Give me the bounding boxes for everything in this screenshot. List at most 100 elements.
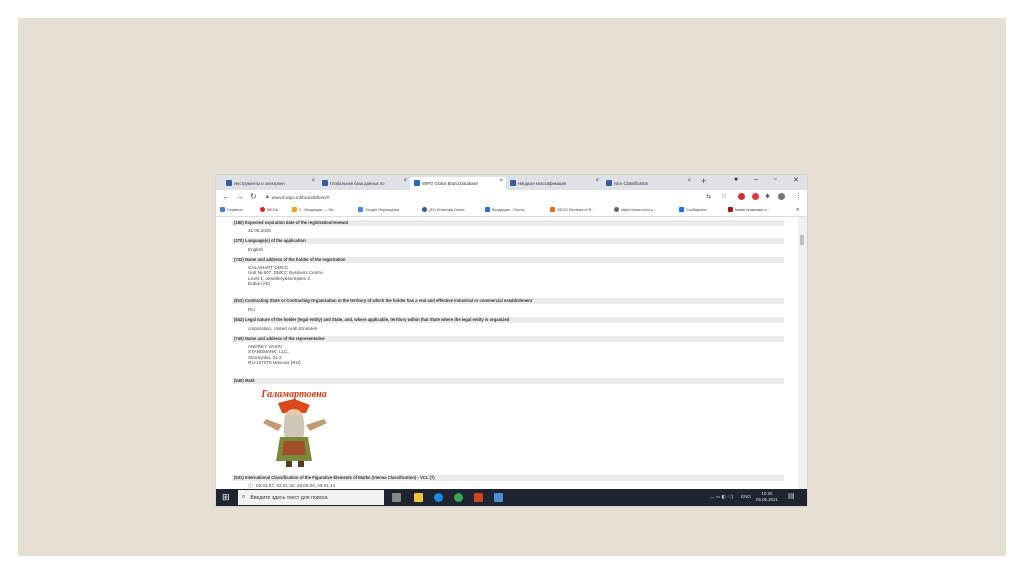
close-tab-icon[interactable]: × xyxy=(499,178,503,184)
wipo-favicon-icon xyxy=(510,180,516,186)
reload-icon[interactable]: ↻ xyxy=(250,192,257,201)
tab-label: Ниццкая классификация xyxy=(518,181,567,186)
tab-strip: Инструменты и электронн × Глобальная баз… xyxy=(216,175,807,190)
wipo-favicon-icon xyxy=(226,180,232,186)
bookmark-label: Сервисы xyxy=(227,207,243,212)
close-window-icon[interactable]: ✕ xyxy=(793,176,799,184)
lock-icon: 🔒︎ xyxy=(266,194,269,200)
translate-icon[interactable]: ⇆ xyxy=(706,193,711,200)
tab-label: WIPO Global Brand Database xyxy=(422,181,478,186)
back-icon[interactable]: ← xyxy=(222,192,230,201)
bookmark-label: (42) Игнатова Ольга xyxy=(429,207,465,212)
tab-nice-classification[interactable]: Nice Classification × xyxy=(602,177,694,190)
address-bar: ← → ↻ 🔒︎ www3.wipo.int/branddb/en/# ⇆ ☆ … xyxy=(216,190,807,204)
tab-tools[interactable]: Инструменты и электронн × xyxy=(222,177,318,190)
legal-icon xyxy=(728,207,733,212)
language-value: English xyxy=(248,247,264,252)
minimize-icon[interactable]: – xyxy=(754,176,758,183)
bookmark-label: Google Переводчик xyxy=(365,207,400,212)
photos-icon[interactable] xyxy=(494,493,503,502)
section-header-180: (180) Expected expiration date of the re… xyxy=(232,220,784,226)
globe-icon xyxy=(614,207,619,212)
file-explorer-icon[interactable] xyxy=(414,493,423,502)
bookmark-oecd[interactable]: OECD Reviews of R... xyxy=(550,207,595,212)
tray-icons[interactable]: ︿ ▭ ◧ ◁) xyxy=(710,494,733,500)
puzzle-icon[interactable]: ✱ xyxy=(765,193,770,200)
menu-icon[interactable]: ⋮ xyxy=(795,192,802,200)
contracting-state: RU xyxy=(248,307,255,312)
taskbar-search-input[interactable]: ⌕ Введите здесь текст для поиска xyxy=(238,490,384,505)
forward-icon[interactable]: → xyxy=(236,192,244,201)
close-tab-icon[interactable]: × xyxy=(403,178,407,184)
avatar[interactable] xyxy=(778,193,785,200)
bookmarks-bar: Сервисы MEGA 2 - Входящие — Ян... Google… xyxy=(216,204,807,217)
edge-icon[interactable] xyxy=(434,493,443,502)
section-header-732: (732) Name and address of the holder of … xyxy=(232,257,784,263)
search-icon: ⌕ xyxy=(242,494,246,500)
bookmark-messages[interactable]: Сообщения xyxy=(679,207,707,212)
translate-icon xyxy=(358,207,363,212)
bookmark-mail[interactable]: Входящие - Почта... xyxy=(485,207,527,212)
section-header-740: (740) Name and address of the representa… xyxy=(232,336,784,342)
wipo-favicon-icon xyxy=(606,180,612,186)
tab-label: Nice Classification xyxy=(614,181,649,186)
apps-grid-icon xyxy=(220,207,225,212)
tab-global-db[interactable]: Глобальная база данных по × xyxy=(318,177,410,190)
wipo-favicon-icon xyxy=(414,180,420,186)
opera-extension-icon[interactable] xyxy=(752,193,759,200)
windows-start-icon[interactable]: ⊞ xyxy=(222,492,230,503)
bookmark-label: Сообщения xyxy=(686,207,707,212)
profile-indicator-icon[interactable]: ● xyxy=(734,176,738,183)
scrollbar[interactable] xyxy=(798,217,807,489)
mail-icon xyxy=(292,207,297,212)
bookmark-label: https://www.oecd.o... xyxy=(621,207,657,212)
record-details: (180) Expected expiration date of the re… xyxy=(216,217,807,489)
bookmark-label: 2 - Входящие — Ян... xyxy=(299,207,337,212)
new-tab-icon[interactable]: + xyxy=(701,176,706,186)
chrome-icon[interactable] xyxy=(454,493,463,502)
close-tab-icon[interactable]: × xyxy=(687,178,691,184)
tab-label: Инструменты и электронн xyxy=(234,181,285,186)
expiration-date: 31.05.2026 xyxy=(248,228,271,233)
facebook-icon xyxy=(422,207,427,212)
task-view-icon[interactable] xyxy=(392,493,401,502)
close-tab-icon[interactable]: × xyxy=(595,178,599,184)
powerpoint-icon[interactable] xyxy=(474,493,483,502)
bookmark-label: MEGA xyxy=(267,207,279,212)
section-header-842: (842) Legal nature of the holder (legal … xyxy=(232,317,784,323)
mega-icon xyxy=(260,207,265,212)
bookmark-star-icon[interactable]: ☆ xyxy=(721,192,727,200)
wipo-favicon-icon xyxy=(322,180,328,186)
maximize-icon[interactable]: ▫ xyxy=(774,176,776,183)
scrollbar-thumb[interactable] xyxy=(800,235,804,245)
oecd-icon xyxy=(550,207,555,212)
tab-label: Глобальная база данных по xyxy=(330,181,385,186)
trademark-image: Галамартовна xyxy=(248,385,340,469)
url-field[interactable]: 🔒︎ www3.wipo.int/branddb/en/# xyxy=(266,192,696,202)
windows-taskbar: ⊞ ⌕ Введите здесь текст для поиска ︿ ▭ ◧… xyxy=(216,489,807,506)
close-tab-icon[interactable]: × xyxy=(311,178,315,184)
extension-icon[interactable] xyxy=(738,193,745,200)
bookmark-legal[interactable]: Какие правовые и... xyxy=(728,207,770,212)
tab-nice-ru[interactable]: Ниццкая классификация × xyxy=(506,177,602,190)
section-header-531: (531) International Classification of th… xyxy=(232,475,784,481)
tab-wipo-brand-db[interactable]: WIPO Global Brand Database × xyxy=(410,177,506,190)
bookmark-apps[interactable]: Сервисы xyxy=(220,207,243,212)
url-text: www3.wipo.int/branddb/en/# xyxy=(271,194,330,200)
bookmark-mega[interactable]: MEGA xyxy=(260,207,278,212)
legal-nature: corporation, United Arab Emirates xyxy=(248,326,317,331)
section-header-812: (812) Contracting State or Contracting O… xyxy=(232,298,784,304)
bookmark-oecd-link[interactable]: https://www.oecd.o... xyxy=(614,207,656,212)
more-bookmarks-icon[interactable]: » xyxy=(796,207,799,213)
representative-address: ANDREY VASIN STANDMARK, LLC, Stromynka, 21… xyxy=(248,344,301,365)
clock[interactable]: 10:25 05.05.2021 xyxy=(756,491,778,503)
mark-wordmark: Галамартовна xyxy=(260,389,326,400)
notifications-icon[interactable]: ▤ xyxy=(788,492,795,500)
section-header-270: (270) Language(s) of the application xyxy=(232,238,784,244)
language-indicator[interactable]: ENG xyxy=(741,494,751,499)
bookmark-label: Входящие - Почта... xyxy=(492,207,528,212)
bookmark-yandex-mail[interactable]: 2 - Входящие — Ян... xyxy=(292,207,336,212)
bookmark-facebook[interactable]: (42) Игнатова Ольга xyxy=(422,207,465,212)
bookmark-label: Какие правовые и... xyxy=(735,207,770,212)
bookmark-google-translate[interactable]: Google Переводчик xyxy=(358,207,399,212)
